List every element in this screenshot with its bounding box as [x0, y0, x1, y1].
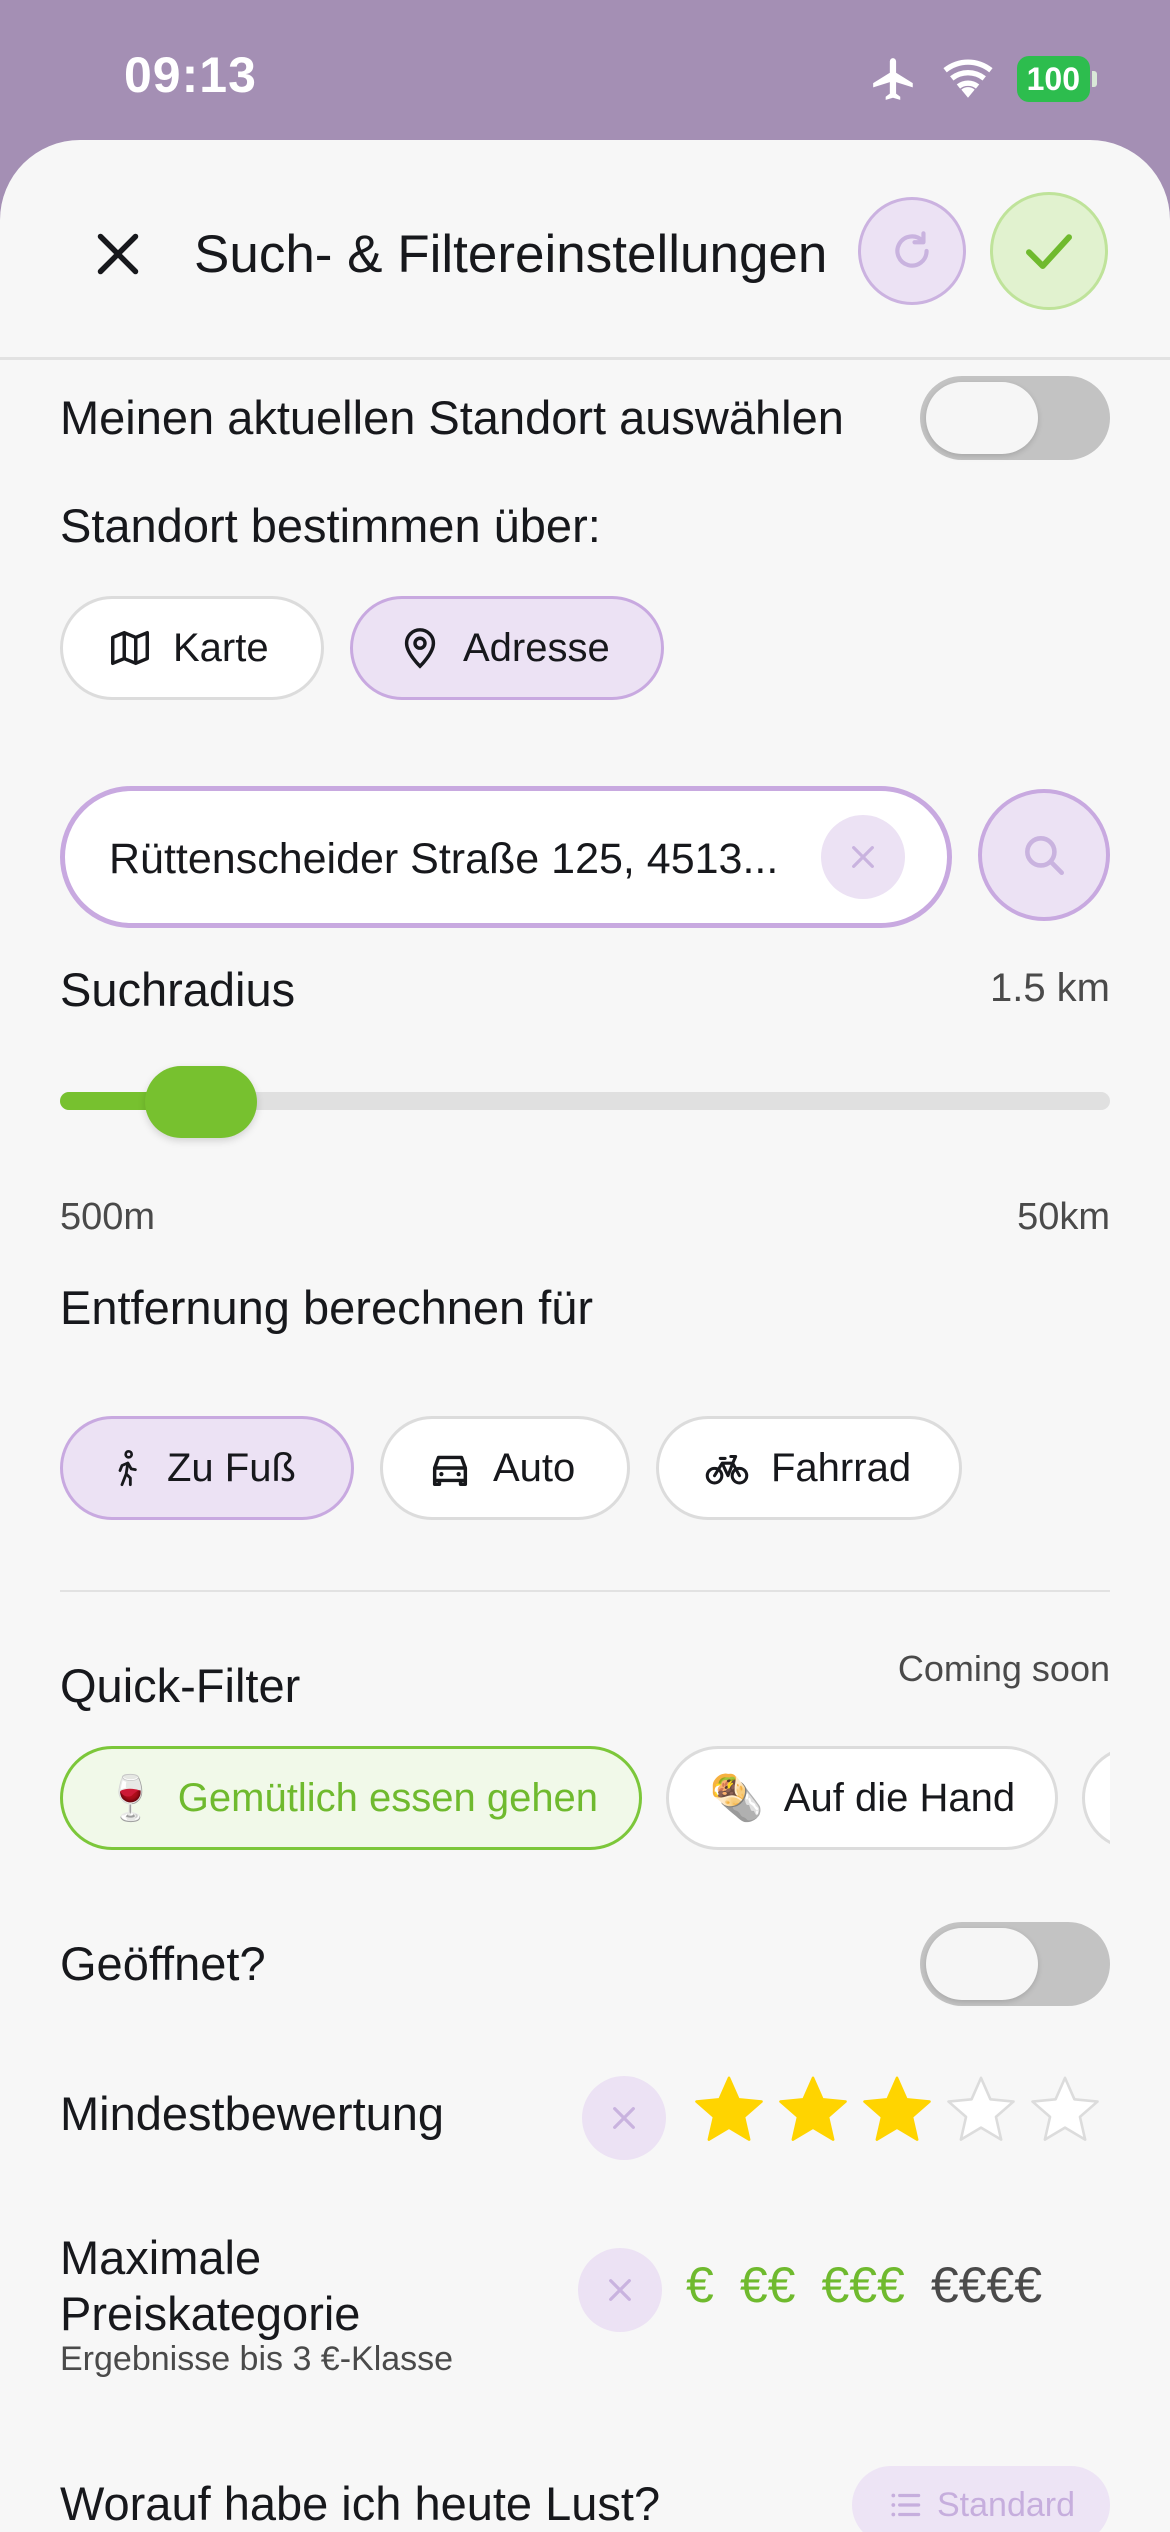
location-mode-address-label: Adresse: [463, 625, 610, 670]
walking-icon: [118, 1450, 137, 1487]
address-input[interactable]: Rüttenscheider Straße 125, 4513...: [60, 786, 952, 928]
close-icon: [609, 2279, 631, 2301]
price-level-2[interactable]: €€: [740, 2256, 796, 2314]
page-title: Such- & Filtereinstellungen: [194, 225, 828, 284]
clear-price-button[interactable]: [578, 2248, 662, 2332]
list-icon: [891, 2493, 921, 2517]
star-filled-icon[interactable]: [858, 2072, 936, 2150]
map-icon: [111, 630, 149, 666]
max-price-sub-label: Ergebnisse bis 3 €-Klasse: [60, 2340, 454, 2378]
distance-calc-label: Entfernung berechnen für: [60, 1281, 594, 1334]
quick-filter-scroll-mask: [1110, 1730, 1170, 1870]
location-mode-address-chip[interactable]: Adresse: [350, 596, 664, 700]
clear-address-button[interactable]: [821, 815, 905, 899]
section-divider: [60, 1590, 1110, 1592]
close-icon[interactable]: [88, 224, 148, 284]
sheet-header: Such- & Filtereinstellungen: [0, 140, 1170, 360]
address-input-value: Rüttenscheider Straße 125, 4513...: [109, 835, 779, 883]
cravings-standard-button[interactable]: Standard: [852, 2466, 1110, 2532]
min-rating-label: Mindestbewertung: [60, 2087, 445, 2140]
distance-mode-bike-chip[interactable]: Fahrrad: [656, 1416, 962, 1520]
status-bar: 09:13 100: [0, 0, 1170, 150]
battery-indicator: 100: [1016, 56, 1098, 102]
address-search-button[interactable]: [978, 789, 1110, 921]
checkmark-icon: [1026, 234, 1072, 269]
price-level-1[interactable]: €: [686, 2256, 714, 2314]
open-now-label: Geöffnet?: [60, 1937, 266, 1990]
quick-filter-note: Coming soon: [897, 1648, 1110, 1689]
determine-location-label: Standort bestimmen über:: [60, 499, 601, 552]
close-icon: [613, 2107, 635, 2129]
rating-stars: [690, 2072, 1104, 2150]
current-location-toggle[interactable]: [920, 376, 1110, 460]
clear-rating-button[interactable]: [582, 2076, 666, 2160]
location-mode-map-label: Karte: [173, 625, 269, 670]
refresh-icon: [895, 231, 929, 268]
toggle-knob: [926, 1928, 1038, 2000]
quick-filter-takeaway-label: Auf die Hand: [783, 1775, 1016, 1820]
cravings-label: Worauf habe ich heute Lust?: [60, 2477, 661, 2530]
star-filled-icon[interactable]: [774, 2072, 852, 2150]
wine-glass-icon: 🍷: [103, 1774, 158, 1823]
toggle-knob: [926, 382, 1038, 454]
quick-filter-takeaway-chip[interactable]: 🌯 Auf die Hand: [666, 1746, 1058, 1850]
search-radius-slider-thumb[interactable]: [145, 1066, 257, 1138]
distance-mode-car-label: Auto: [493, 1445, 576, 1490]
price-level-3[interactable]: €€€: [821, 2256, 904, 2314]
max-price-label-line2: Preiskategorie: [60, 2287, 361, 2340]
search-radius-min-label: 500m: [60, 1196, 156, 1238]
search-radius-max-label: 50km: [1017, 1196, 1110, 1238]
current-location-label: Meinen aktuellen Standort auswählen: [60, 391, 844, 444]
search-radius-label: Suchradius: [60, 963, 296, 1016]
search-radius-value: 1.5 km: [989, 966, 1110, 1010]
close-icon: [852, 846, 874, 868]
confirm-button[interactable]: [990, 192, 1108, 310]
distance-mode-car-chip[interactable]: Auto: [380, 1416, 630, 1520]
status-time: 09:13: [124, 47, 257, 103]
filter-sheet: Such- & Filtereinstellungen Meinen aktue…: [0, 140, 1170, 2532]
bicycle-icon: [705, 1454, 749, 1485]
distance-mode-walk-chip[interactable]: Zu Fuß: [60, 1416, 354, 1520]
status-icons: 100: [869, 54, 1098, 104]
airplane-icon: [872, 58, 913, 100]
quick-filter-label: Quick-Filter: [60, 1659, 301, 1712]
search-icon: [1025, 836, 1064, 875]
star-empty-icon[interactable]: [1026, 2072, 1104, 2150]
quick-filter-dining-label: Gemütlich essen gehen: [177, 1775, 599, 1820]
cravings-standard-label: Standard: [937, 2485, 1075, 2524]
price-level-selector: € €€ €€€ €€€€: [686, 2256, 1042, 2314]
burrito-icon: 🌯: [709, 1774, 764, 1823]
location-mode-map-chip[interactable]: Karte: [60, 596, 324, 700]
open-now-toggle[interactable]: [920, 1922, 1110, 2006]
max-price-label-line1: Maximale: [60, 2231, 262, 2284]
car-icon: [432, 1455, 468, 1487]
quick-filter-dining-chip[interactable]: 🍷 Gemütlich essen gehen: [60, 1746, 642, 1850]
price-level-4[interactable]: €€€€: [931, 2256, 1042, 2314]
wifi-icon: [943, 59, 993, 98]
distance-mode-walk-label: Zu Fuß: [167, 1445, 296, 1490]
star-filled-icon[interactable]: [690, 2072, 768, 2150]
distance-mode-bike-label: Fahrrad: [771, 1445, 912, 1490]
map-pin-icon: [404, 628, 436, 669]
star-empty-icon[interactable]: [942, 2072, 1020, 2150]
reset-button[interactable]: [858, 197, 966, 305]
